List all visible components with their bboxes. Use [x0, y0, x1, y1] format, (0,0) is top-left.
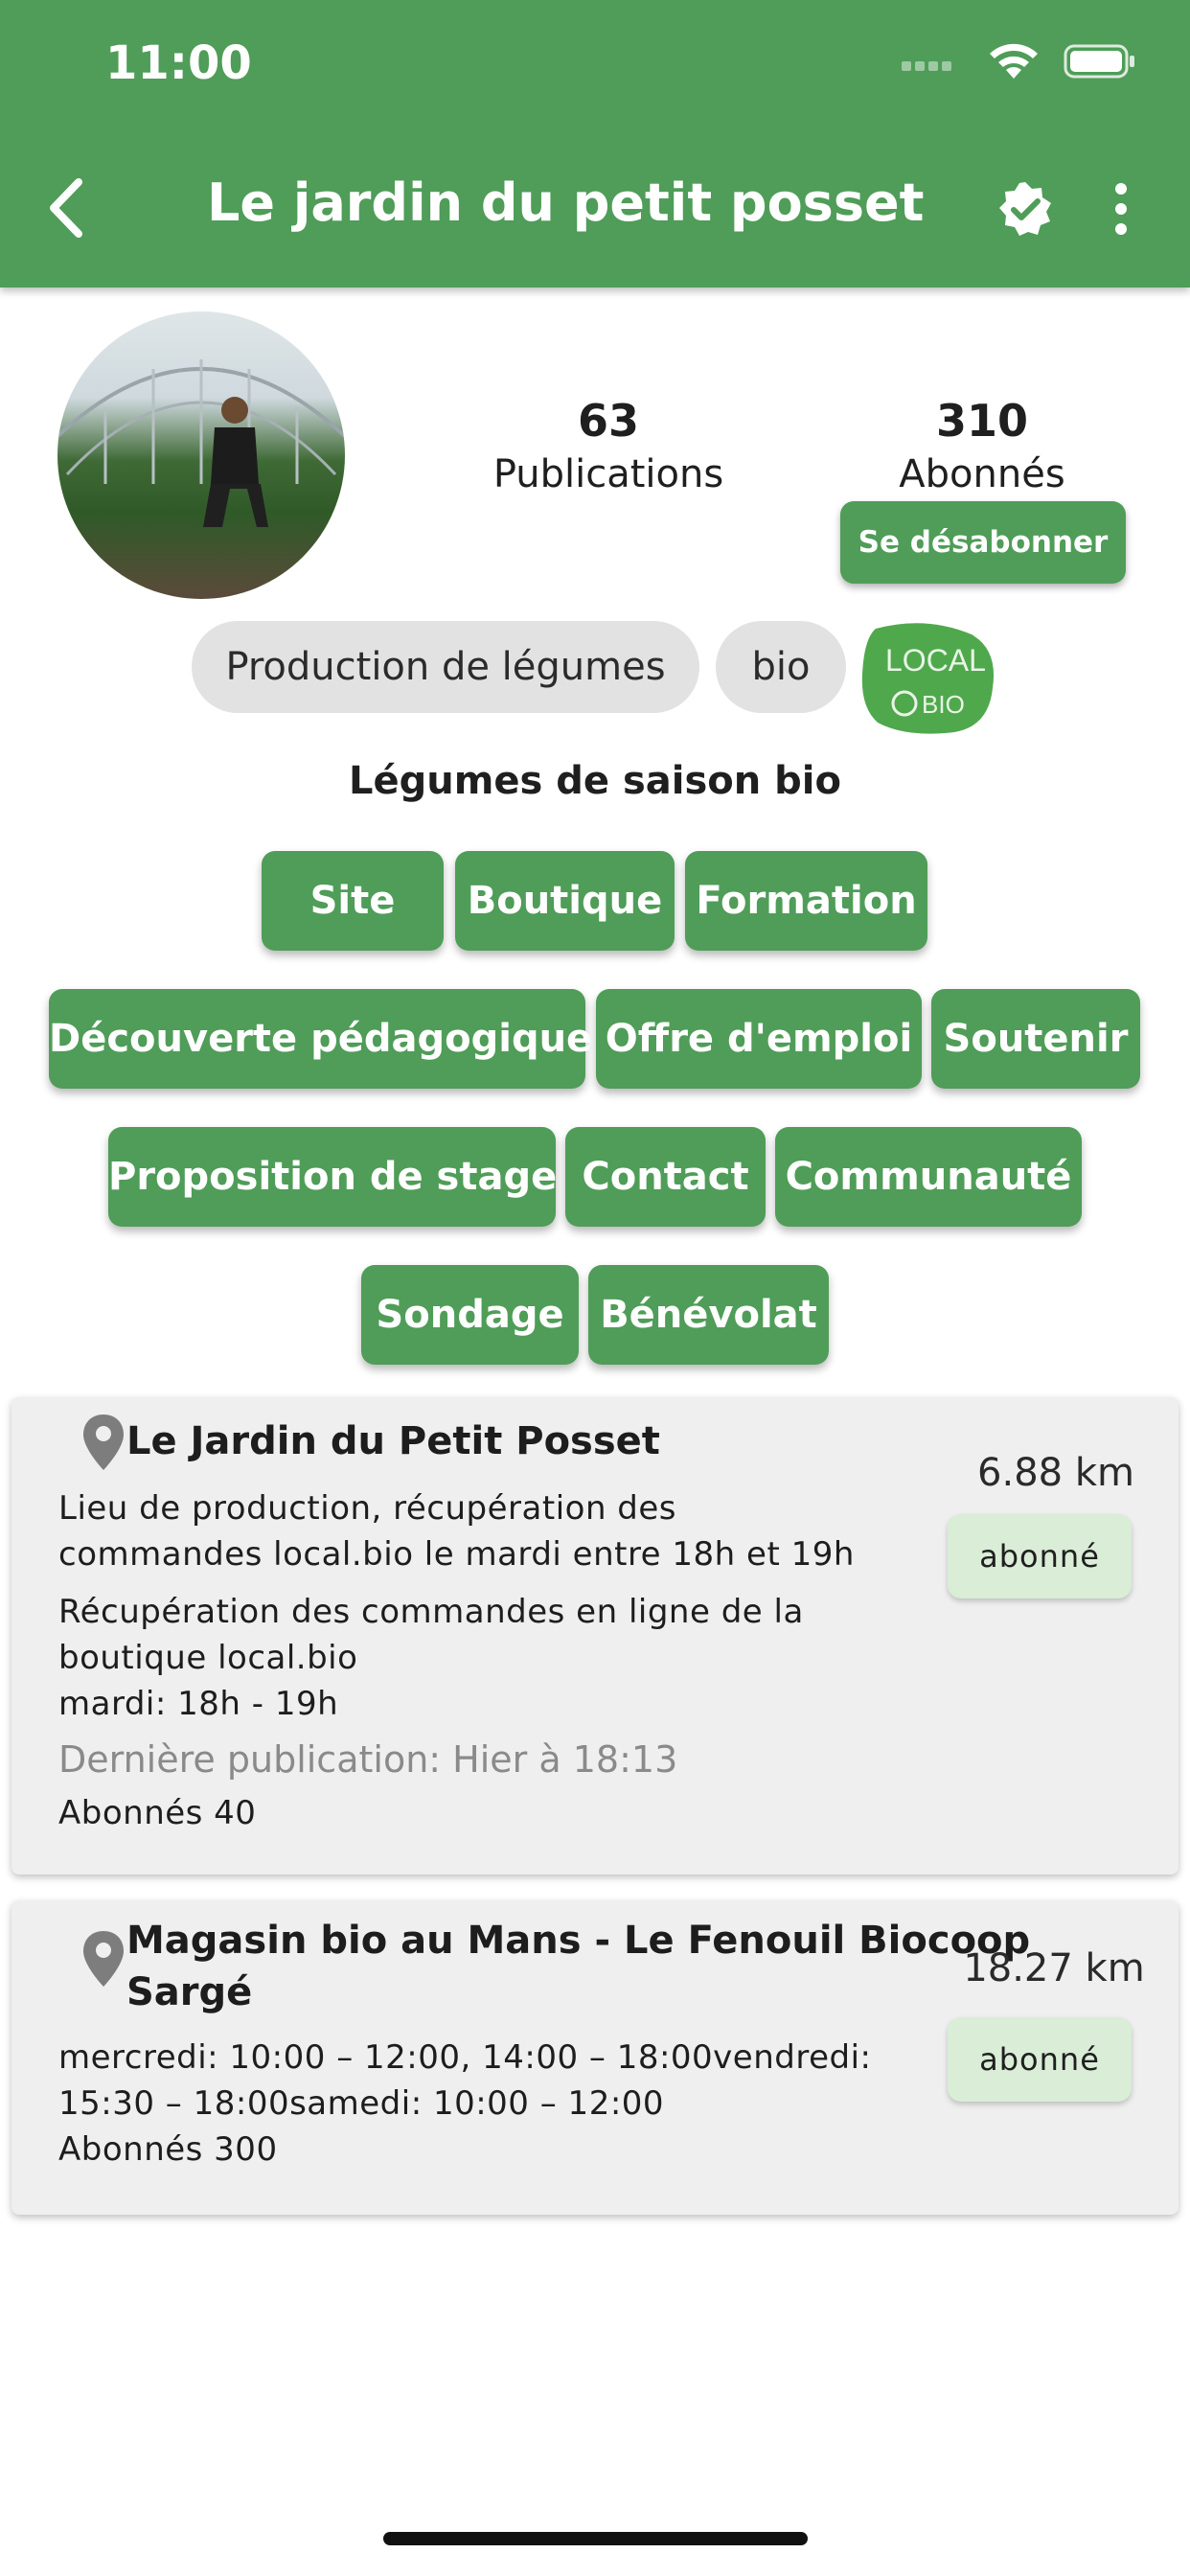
home-indicator	[383, 2532, 808, 2545]
location-name: Le Jardin du Petit Posset	[126, 1419, 660, 1463]
subscribed-badge[interactable]: abonné	[948, 2017, 1132, 2102]
location-subscribers: Abonnés 300	[58, 2130, 278, 2169]
link-button-shop[interactable]: Boutique	[455, 851, 675, 951]
link-button-volunteering[interactable]: Bénévolat	[588, 1265, 829, 1365]
subscribed-badge[interactable]: abonné	[948, 1514, 1132, 1598]
location-card[interactable]: Le Jardin du Petit Posset Lieu de produc…	[11, 1397, 1179, 1874]
link-button-community[interactable]: Communauté	[775, 1127, 1082, 1227]
logo-text-local: LOCAL	[885, 643, 986, 678]
link-button-internship[interactable]: Proposition de stage	[108, 1127, 557, 1227]
location-hours-line: mercredi: 10:00 – 12:00, 14:00 – 18:00ve…	[58, 2038, 872, 2077]
subscribers-count: 310	[935, 395, 1029, 447]
location-hours-line: 15:30 – 18:00samedi: 10:00 – 12:00	[58, 2084, 665, 2123]
location-card[interactable]: Magasin bio au Mans - Le Fenouil Biocoop…	[11, 1900, 1179, 2215]
back-arrow-icon[interactable]	[42, 174, 90, 242]
location-hours: mardi: 18h - 19h	[58, 1685, 339, 1723]
tag-chip-bio[interactable]: bio	[716, 621, 846, 713]
profile-avatar	[57, 311, 345, 599]
location-name-line: Sargé	[126, 1970, 253, 2014]
location-name-line: Magasin bio au Mans - Le Fenouil Biocoop	[126, 1919, 1031, 1963]
wifi-icon	[990, 43, 1038, 79]
location-description-line: boutique local.bio	[58, 1639, 358, 1677]
profile-description: Légumes de saison bio	[349, 759, 841, 803]
logo-text-bio: BIO	[922, 690, 965, 719]
last-publication: Dernière publication: Hier à 18:13	[58, 1738, 678, 1781]
publications-stat: 63 Publications	[484, 395, 733, 496]
status-time: 11:00	[105, 36, 252, 90]
page-title: Le jardin du petit posset	[207, 172, 925, 233]
location-description-line: commandes local.bio le mardi entre 18h e…	[58, 1535, 855, 1574]
link-button-educational-discovery[interactable]: Découverte pédagogique	[49, 989, 592, 1089]
tag-chip-production[interactable]: Production de légumes	[192, 621, 699, 713]
status-icons	[887, 42, 1136, 80]
battery-icon	[1064, 44, 1134, 79]
location-subscribers: Abonnés 40	[58, 1794, 257, 1832]
local-bio-logo: LOCAL BIO	[861, 623, 995, 734]
farmer-figure	[203, 397, 268, 527]
link-button-job-offer[interactable]: Offre d'emploi	[596, 989, 922, 1089]
link-button-training[interactable]: Formation	[685, 851, 927, 951]
publications-label: Publications	[492, 452, 724, 496]
location-distance: 6.88 km	[977, 1451, 1134, 1495]
app-bar: 11:00 Le jardin du petit posset	[0, 0, 1190, 288]
link-button-site[interactable]: Site	[262, 851, 444, 951]
location-distance: 18.27 km	[963, 1946, 1145, 1990]
verified-badge-icon[interactable]	[996, 180, 1054, 238]
subscribers-label: Abonnés	[899, 452, 1065, 496]
location-pin-icon	[83, 1931, 124, 1987]
unsubscribe-button[interactable]: Se désabonner	[840, 501, 1126, 584]
link-button-contact[interactable]: Contact	[565, 1127, 766, 1227]
link-button-survey[interactable]: Sondage	[361, 1265, 579, 1365]
location-description-line: Récupération des commandes en ligne de l…	[58, 1593, 804, 1631]
subscribers-stat: 310 Abonnés	[862, 395, 1102, 496]
location-pin-icon	[83, 1414, 124, 1470]
cellular-signal-icon	[902, 58, 959, 71]
location-description-line: Lieu de production, récupération des	[58, 1489, 677, 1528]
publications-count: 63	[577, 395, 639, 447]
more-options-icon[interactable]	[1110, 182, 1133, 236]
link-button-support[interactable]: Soutenir	[931, 989, 1140, 1089]
